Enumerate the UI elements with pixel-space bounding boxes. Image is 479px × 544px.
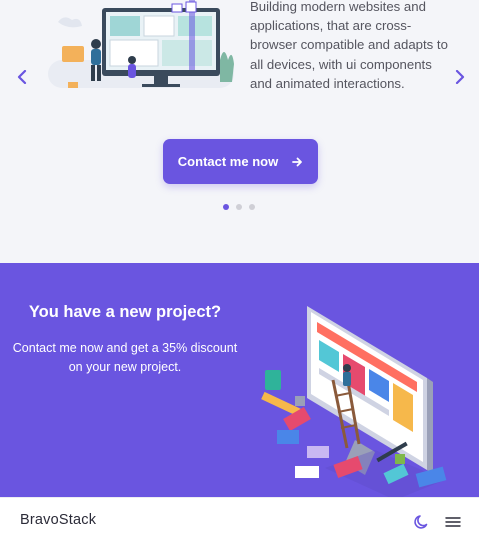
slide-dot-3[interactable] (249, 204, 255, 210)
chevron-left-icon (17, 70, 27, 84)
bottom-navbar: BravoStack (0, 497, 479, 544)
promo-banner: You have a new project? Contact me now a… (0, 263, 479, 497)
slider-pagination (223, 204, 255, 210)
hamburger-menu-icon (445, 517, 461, 527)
slide-dot-1[interactable] (223, 204, 229, 210)
moon-icon (414, 515, 428, 529)
contact-me-button[interactable]: Contact me now (163, 139, 318, 184)
developer-illustration (48, 0, 234, 88)
promo-subtitle: Contact me now and get a 35% discount on… (12, 341, 238, 374)
promo-title: You have a new project? (28, 303, 222, 321)
theme-toggle-button[interactable] (413, 513, 431, 531)
brand-logo[interactable]: BravoStack (20, 512, 96, 528)
previous-slide-button[interactable] (12, 66, 32, 88)
arrow-right-icon (292, 157, 303, 166)
chevron-right-icon (455, 70, 465, 84)
menu-button[interactable] (444, 514, 462, 530)
slide-description: Building modern websites and application… (250, 0, 448, 91)
contact-me-label: Contact me now (177, 154, 279, 169)
next-slide-button[interactable] (450, 66, 470, 88)
slide-dot-2[interactable] (236, 204, 242, 210)
project-illustration (261, 306, 447, 497)
hero-slider: Building modern websites and application… (0, 0, 479, 263)
